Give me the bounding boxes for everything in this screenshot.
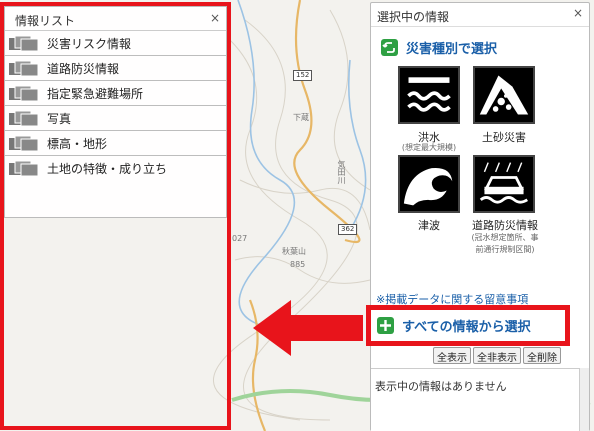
hazard-type-select-button[interactable]: 災害種別で選択 xyxy=(381,38,497,57)
hazard-type-select-label: 災害種別で選択 xyxy=(406,42,498,57)
map-label-river: 気田川 xyxy=(337,160,346,184)
plus-icon xyxy=(377,317,394,334)
flood-icon[interactable] xyxy=(398,66,460,124)
list-item-land-features[interactable]: 土地の特徴・成り立ち xyxy=(5,156,226,181)
map-label-elevation: 885 xyxy=(290,260,306,269)
display-controls: 全表示 全非表示 全削除 xyxy=(433,347,561,364)
folder-icon xyxy=(9,110,39,126)
map-label-number: 027 xyxy=(232,234,248,243)
list-item-label: 写真 xyxy=(47,111,72,126)
close-icon[interactable]: × xyxy=(210,11,220,25)
folder-icon xyxy=(9,135,39,151)
selection-title: 選択中の情報 xyxy=(377,10,450,24)
highlight-box-all-info: すべての情報から選択 xyxy=(366,305,570,346)
highlight-arrow xyxy=(253,300,363,356)
hazard-label-landslide: 土砂災害 xyxy=(482,131,526,144)
all-info-select-button[interactable]: すべての情報から選択 xyxy=(377,316,531,335)
selection-title-bar[interactable]: 選択中の情報 × xyxy=(371,3,589,27)
list-item-label: 土地の特徴・成り立ち xyxy=(47,162,168,176)
empty-message: 表示中の情報はありません xyxy=(375,380,507,393)
all-info-select-label: すべての情報から選択 xyxy=(402,320,531,335)
list-item-evacuation-sites[interactable]: 指定緊急避難場所 xyxy=(5,81,226,106)
folder-icon xyxy=(9,85,39,101)
hazard-note-flood: (想定最大規模) xyxy=(401,143,457,152)
list-item-label: 道路防災情報 xyxy=(47,61,120,76)
active-info-list: 表示中の情報はありません xyxy=(371,368,589,431)
map-label-place: 下蔵 xyxy=(293,113,309,122)
selection-panel: 選択中の情報 × 災害種別で選択 洪水 (想定最大規模) 土砂災害 津波 道路防… xyxy=(370,2,590,431)
info-list-panel: 情報リスト × 災害リスク情報 道路防災情報 指定緊急避難場所 写真 標高・地形… xyxy=(4,6,227,218)
folder-icon xyxy=(9,160,39,177)
route-shield: 152 xyxy=(293,70,313,81)
scrollbar[interactable] xyxy=(579,368,589,431)
map-label-mountain: 秋葉山 xyxy=(282,247,306,256)
info-list-title: 情報リスト xyxy=(15,14,76,28)
info-list-title-bar[interactable]: 情報リスト × xyxy=(5,7,226,31)
folder-icon xyxy=(9,35,39,51)
list-item-label: 指定緊急避難場所 xyxy=(47,86,144,101)
hazard-note-road: (冠水想定箇所、事前通行規制区間) xyxy=(471,233,539,254)
list-item-label: 災害リスク情報 xyxy=(47,36,132,51)
list-item-photos[interactable]: 写真 xyxy=(5,106,226,131)
list-item-label: 標高・地形 xyxy=(47,136,108,151)
tsunami-icon[interactable] xyxy=(398,155,460,213)
list-item-elevation[interactable]: 標高・地形 xyxy=(5,131,226,156)
delete-all-button[interactable]: 全削除 xyxy=(523,347,561,364)
folder-icon xyxy=(9,60,39,76)
list-item-disaster-risk[interactable]: 災害リスク情報 xyxy=(5,31,226,56)
show-all-button[interactable]: 全表示 xyxy=(433,347,471,364)
hide-all-button[interactable]: 全非表示 xyxy=(473,347,521,364)
close-icon[interactable]: × xyxy=(573,6,583,20)
route-shield: 362 xyxy=(338,224,358,235)
landslide-icon[interactable] xyxy=(473,66,535,124)
hazard-label-tsunami: 津波 xyxy=(418,219,440,232)
list-item-road-disaster[interactable]: 道路防災情報 xyxy=(5,56,226,81)
hazard-label-road: 道路防災情報 xyxy=(472,219,538,232)
road-disaster-icon[interactable] xyxy=(473,155,535,213)
back-arrow-icon xyxy=(381,39,398,56)
